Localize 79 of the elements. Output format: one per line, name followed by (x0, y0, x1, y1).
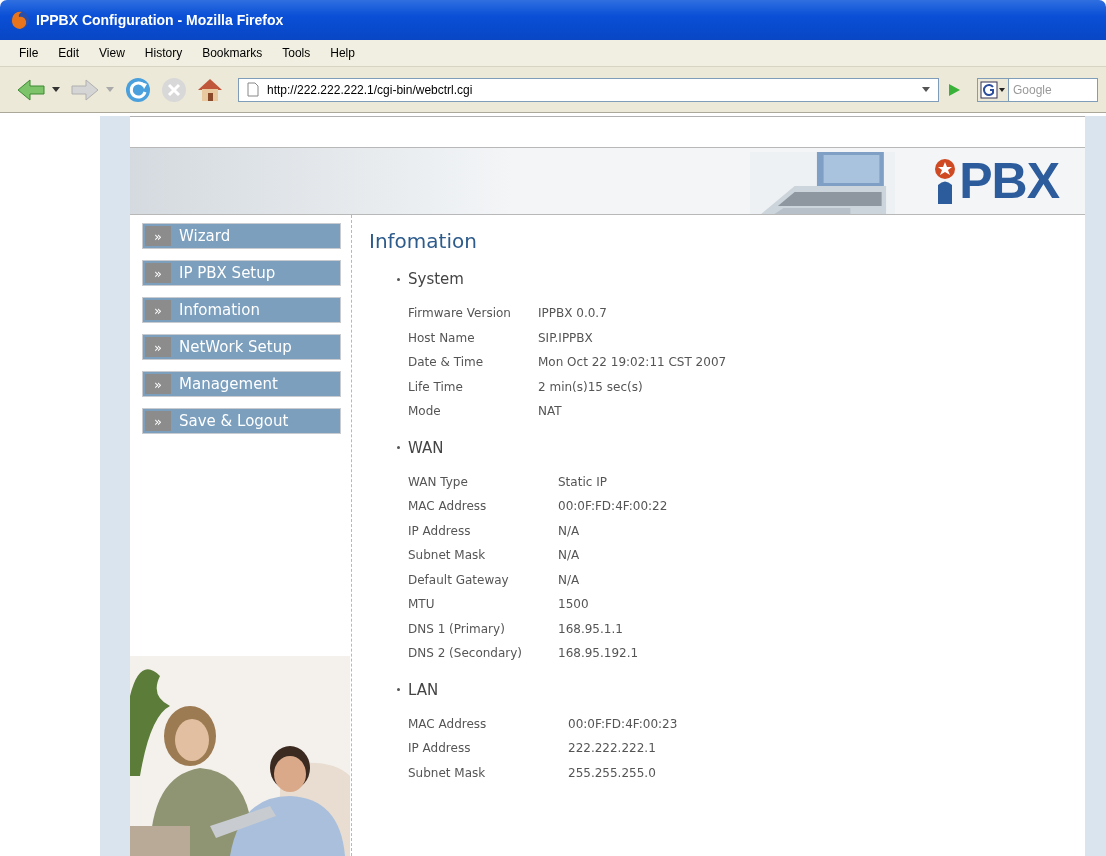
section-heading: WAN (408, 438, 444, 457)
chevron-marker: » (145, 337, 171, 357)
sidebar-item-label[interactable]: NetWork Setup (175, 337, 292, 357)
sidebar-item-label[interactable]: IP PBX Setup (175, 263, 276, 283)
menu-item[interactable]: Bookmarks (195, 44, 270, 62)
field-value: Static IP (558, 473, 608, 491)
field-label: MAC Address (408, 715, 488, 733)
field-value: 00:0F:FD:4F:00:22 (558, 498, 669, 515)
menu-item[interactable]: View (92, 44, 132, 62)
section-heading: LAN (408, 680, 439, 699)
menu-item[interactable]: Edit (51, 44, 87, 62)
field-value: IPPBX 0.0.7 (538, 305, 608, 322)
dropdown-caret-icon[interactable] (922, 87, 930, 92)
address-field[interactable]: http://222.222.222.1/cgi-bin/webctrl.cgi (238, 77, 939, 102)
back-arrow-icon[interactable] (16, 77, 46, 102)
page-heading: Infomation (369, 229, 478, 253)
chevron-marker: » (145, 411, 171, 431)
chevron-marker: » (145, 300, 171, 320)
field-value: 1500 (558, 596, 590, 613)
field-label: IP Address (408, 522, 472, 540)
chevron-marker: » (145, 226, 171, 246)
sidebar-item-label[interactable]: Wizard (175, 226, 231, 246)
sidebar-item[interactable]: » Wizard (142, 223, 341, 249)
field-value: Mon Oct 22 19:02:11 CST 2007 (538, 354, 727, 371)
go-arrow-icon[interactable] (947, 82, 961, 97)
sidebar-item-label[interactable]: Management (175, 374, 278, 394)
field-label: Subnet Mask (408, 764, 487, 782)
bullet-icon (397, 277, 400, 281)
sidebar-item[interactable]: » IP PBX Setup (142, 260, 341, 286)
menu-item[interactable]: History (137, 44, 190, 62)
page-icon (247, 82, 259, 97)
field-value: N/A (558, 571, 581, 589)
sidebar-item-label[interactable]: Save & Logout (175, 411, 289, 431)
field-label: Mode (408, 403, 442, 420)
forward-arrow-icon[interactable] (70, 77, 100, 102)
field-label: MAC Address (408, 498, 488, 515)
bullet-icon (397, 688, 400, 691)
field-value: N/A (558, 522, 581, 540)
dropdown-caret-icon[interactable] (52, 87, 60, 92)
field-label: MTU (408, 596, 436, 613)
sidebar-item[interactable]: » Management (142, 371, 341, 397)
chevron-marker: » (145, 374, 171, 394)
field-label: Host Name (408, 329, 476, 347)
search-engine-icon[interactable] (977, 77, 1008, 102)
chevron-marker: » (145, 263, 171, 283)
menu-item[interactable]: Tools (275, 44, 318, 62)
menu-item[interactable]: File (12, 44, 46, 62)
section-heading: System (408, 270, 464, 288)
field-value: 168.95.192.1 (558, 645, 640, 662)
logo-icon (933, 158, 958, 204)
sidebar-item-label[interactable]: Infomation (175, 300, 260, 320)
field-label: Life Time (408, 378, 464, 396)
field-label: DNS 2 (Secondary) (408, 645, 523, 662)
field-value: 255.255.255.0 (568, 764, 657, 782)
field-label: WAN Type (408, 473, 469, 491)
field-value: 222.222.222.1 (568, 740, 657, 757)
field-label: Firmware Version (408, 305, 512, 322)
window-title: IPPBX Configuration - Mozilla Firefox (36, 12, 284, 28)
search-field[interactable]: Google (1008, 77, 1098, 102)
stop-icon[interactable] (160, 75, 188, 104)
logo-text: PBX (959, 158, 1059, 204)
field-label: Default Gateway (408, 571, 510, 589)
field-value: 2 min(s)15 sec(s) (538, 378, 644, 396)
field-label: Date & Time (408, 354, 485, 371)
sidebar-item[interactable]: » Infomation (142, 297, 341, 323)
menu-item[interactable]: Help (323, 44, 362, 62)
sidebar-item[interactable]: » NetWork Setup (142, 334, 341, 360)
field-label: DNS 1 (Primary) (408, 620, 506, 638)
field-value: SIP.IPPBX (538, 329, 594, 347)
sidebar-item[interactable]: » Save & Logout (142, 408, 341, 434)
browser-logo-icon (10, 10, 30, 30)
field-label: IP Address (408, 740, 472, 757)
field-label: Subnet Mask (408, 547, 487, 564)
field-value: 00:0F:FD:4F:00:23 (568, 715, 679, 733)
field-value: NAT (538, 403, 563, 420)
field-value: 168.95.1.1 (558, 620, 624, 638)
field-value: N/A (558, 547, 581, 564)
reload-icon[interactable] (124, 75, 152, 104)
bullet-icon (397, 446, 400, 449)
